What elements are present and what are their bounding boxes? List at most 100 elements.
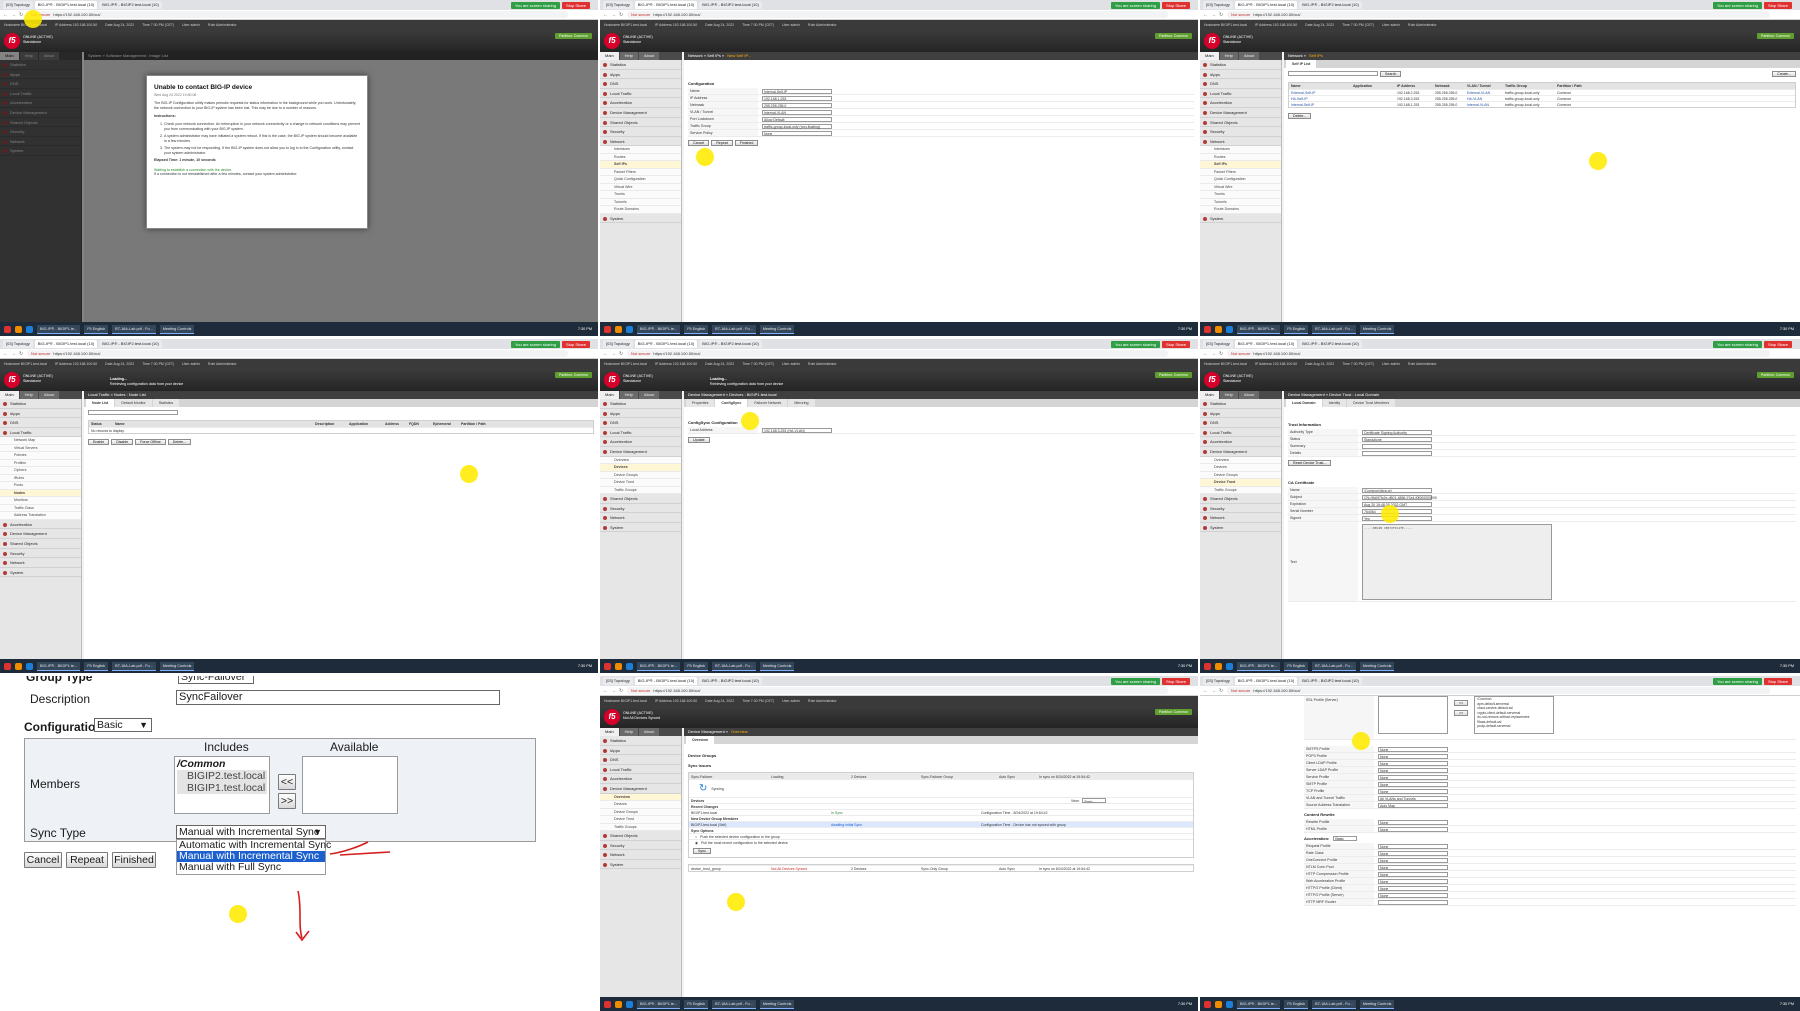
device-row-selected[interactable]: BIGIP2.test.local (Self) Awaiting Initial… — [689, 821, 1193, 827]
table-cell[interactable]: External-Self-IP — [1289, 90, 1351, 95]
url-field[interactable]: Not securehttps://192.168.100.50/xui/ — [627, 687, 1168, 694]
sidebar-item-iapps[interactable]: iApps — [0, 409, 81, 419]
column-header[interactable]: Application — [1351, 83, 1395, 89]
taskbar-app[interactable]: BT-16A-Lab.pdf - Fo... — [1312, 661, 1356, 671]
sidebar-subitem[interactable]: Route Domains — [1200, 206, 1281, 214]
sidebar-subitem[interactable]: Device Groups — [1200, 472, 1281, 480]
sidebar-subitem[interactable]: Policies — [0, 452, 81, 460]
nav-tab-main[interactable]: Main — [600, 728, 619, 736]
column-header[interactable]: Address — [383, 421, 407, 427]
back-icon[interactable]: ← — [1203, 12, 1208, 18]
taskbar-app[interactable]: Meeting Controls — [159, 324, 195, 334]
browser-tab[interactable]: BIG-IP® - BIGIP2.test.local (10) — [699, 340, 762, 348]
field-input[interactable]: None — [1378, 871, 1448, 877]
taskbar-app[interactable]: Meeting Controls — [1359, 324, 1395, 334]
certificate-text[interactable]: -----BEGIN CERTIFICATE----- — [1358, 522, 1796, 601]
field-input[interactable]: CN=9fd0f7fc2e-d501-4886-97a4-f0f00000000… — [1362, 494, 1437, 500]
field-value[interactable]: None — [1374, 746, 1796, 752]
taskbar-app[interactable]: F5 English — [684, 661, 709, 671]
sidebar-item-local-traffic[interactable]: Local Traffic — [1200, 89, 1281, 99]
forward-icon[interactable]: → — [1211, 12, 1216, 18]
sidebar-item-iapps[interactable]: iApps — [600, 70, 681, 80]
browser-tab[interactable]: [03] Topology — [603, 340, 633, 348]
available-ssl-list[interactable]: /Common apm-default-serverssl cloud-servic… — [1474, 696, 1555, 734]
breadcrumb-path[interactable]: Network » — [1288, 53, 1306, 58]
taskbar-app[interactable]: F5 English — [684, 999, 709, 1009]
reload-icon[interactable]: ↻ — [619, 351, 624, 357]
sidebar-item-local-traffic[interactable]: Local Traffic — [600, 428, 681, 438]
browser-tab[interactable]: [03] Topology — [1203, 677, 1233, 685]
windows-start-icon[interactable] — [604, 662, 611, 670]
browser-tab[interactable]: BIG-IP® - BIGIP2.test.local (10) — [1299, 677, 1362, 685]
field-input[interactable]: Auto Map — [1378, 802, 1448, 808]
sidebar-subitem[interactable]: Route Domains — [600, 206, 681, 214]
field-input[interactable]: Internal-Self-IP — [762, 88, 832, 94]
field-input[interactable]: None — [1378, 760, 1448, 766]
back-icon[interactable]: ← — [3, 351, 8, 357]
column-header[interactable]: Partition / Path — [1555, 83, 1585, 89]
field-input[interactable]: None — [1378, 892, 1448, 898]
taskbar-app[interactable]: F5 English — [1284, 324, 1309, 334]
sidebar-subitem[interactable]: Devices — [1200, 464, 1281, 472]
browser-tab[interactable]: BIG-IP® - BIGIP1.test.local (10) — [634, 340, 698, 348]
browser-tab[interactable]: BIG-IP® - BIGIP1.test.local (10) — [1234, 677, 1298, 685]
device-row[interactable]: BIGIP1.test.local In Sync Configuration Ti… — [689, 809, 1193, 815]
device-group-row[interactable]: Sync-Failover Loading 2 Devices Sync-Failov… — [689, 773, 1193, 779]
field-value[interactable]: None — [1374, 826, 1796, 832]
sidebar-item-system[interactable]: System — [1200, 214, 1281, 224]
device-group-row[interactable]: device_trust_group Not All Devices Synced… — [689, 865, 1193, 871]
table-row[interactable]: Internal-Self-IP 192.168.1.253 255.255.255… — [1289, 101, 1795, 107]
field-value[interactable]: None — [1374, 819, 1796, 825]
taskbar-app[interactable]: BT-16A-Lab.pdf - Fo... — [1312, 999, 1356, 1009]
field-value[interactable]: Standalone — [1358, 436, 1796, 442]
sidebar-item-statistics[interactable]: Statistics — [0, 399, 81, 409]
browser-tab[interactable]: BIG-IP® - BIGIP1.test.local (10) — [34, 340, 98, 348]
sidebar-item-device-management[interactable]: Device Management — [600, 108, 681, 118]
chrome-icon[interactable] — [1226, 662, 1233, 670]
chrome-icon[interactable] — [26, 662, 33, 670]
field-value[interactable] — [1374, 899, 1796, 905]
sidebar-item-system[interactable]: System — [600, 523, 681, 533]
partition-select[interactable]: Partition: Common — [555, 33, 592, 39]
sidebar-item-network[interactable]: Network — [600, 850, 681, 860]
nav-tab-help[interactable]: Help — [1219, 391, 1238, 399]
sidebar-item-security[interactable]: Security — [1200, 504, 1281, 514]
nav-tab-help[interactable]: Help — [1219, 52, 1238, 60]
sidebar-item-local-traffic[interactable]: Local Traffic — [600, 765, 681, 775]
taskbar-app[interactable]: Meeting Controls — [759, 999, 795, 1009]
sub-tab[interactable]: Failover Network — [748, 399, 788, 407]
taskbar-app[interactable]: Meeting Controls — [1359, 999, 1395, 1009]
sidebar-item-shared-objects[interactable]: Shared Objects — [1200, 494, 1281, 504]
sidebar-item-security[interactable]: Security — [600, 504, 681, 514]
column-header[interactable]: Description — [313, 421, 347, 427]
field-value[interactable]: None — [1374, 753, 1796, 759]
reload-icon[interactable]: ↻ — [1219, 12, 1224, 18]
taskbar-app[interactable]: Meeting Controls — [759, 324, 795, 334]
nav-tab-main[interactable]: Main — [0, 391, 19, 399]
firefox-icon[interactable] — [15, 325, 22, 333]
move-left-button[interactable]: << — [1454, 700, 1469, 706]
enablebutton[interactable]: Enable — [88, 439, 110, 445]
sidebar-item-statistics[interactable]: Statistics — [600, 60, 681, 70]
sidebar-item-device-management[interactable]: Device Management — [600, 784, 681, 794]
field-value[interactable]: traffic-group-local-only (non-floating) — [758, 123, 1194, 129]
field-input[interactable]: Aug 20 19:48:38 2032 GMT — [1362, 501, 1432, 507]
field-input[interactable]: traffic-group-local-only (non-floating) — [762, 123, 832, 129]
stop-share-button[interactable]: Stop Share — [1161, 340, 1190, 348]
back-icon[interactable]: ← — [1203, 688, 1208, 694]
force-offlinebutton[interactable]: Force Offline — [135, 439, 166, 445]
sidebar-item-iapps[interactable]: iApps — [600, 746, 681, 756]
field-input[interactable]: All VLANs and Tunnels — [1378, 795, 1448, 801]
taskbar-app[interactable]: BT-16A-Lab.pdf - Fo... — [712, 999, 756, 1009]
sidebar-item-network[interactable]: Network — [600, 137, 681, 147]
field-value[interactable]: All VLANs and Tunnels — [1374, 795, 1796, 801]
field-input[interactable]: None — [1378, 753, 1448, 759]
url-field[interactable]: Not securehttps://192.168.100.50/xui/ — [1227, 11, 1770, 18]
radio-icon[interactable]: ○ — [695, 834, 697, 839]
breadcrumb-path[interactable]: Network » Self IPs » — [688, 53, 724, 58]
ssl-profile-option[interactable]: pcoip-default-serverssl — [1477, 724, 1553, 729]
search-input[interactable] — [88, 410, 178, 415]
cancel-button[interactable]: Cancel — [688, 140, 710, 146]
windows-start-icon[interactable] — [4, 325, 11, 333]
table-cell[interactable]: Internal-VLAN — [1465, 102, 1503, 107]
